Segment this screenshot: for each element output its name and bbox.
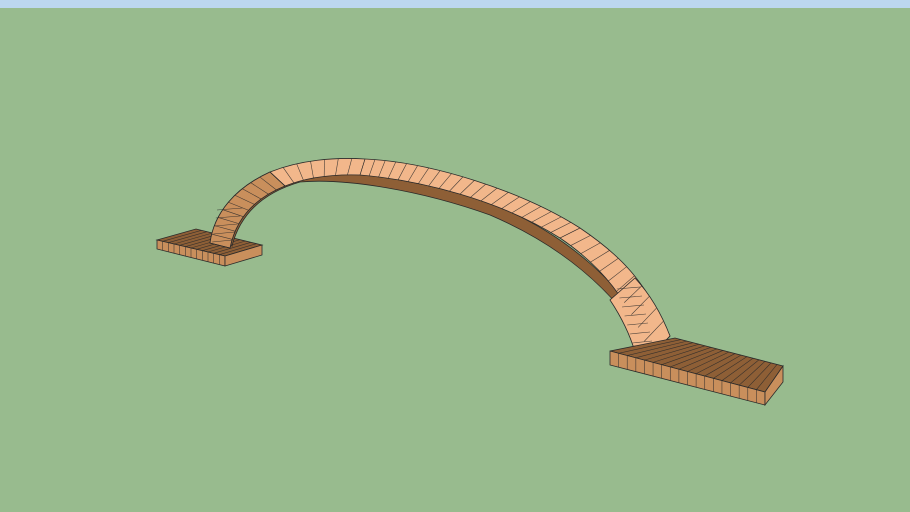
left-footing[interactable] <box>155 228 264 267</box>
brick-arch-model[interactable] <box>0 0 910 512</box>
3d-viewport[interactable] <box>0 0 910 512</box>
right-footing[interactable] <box>609 337 784 407</box>
